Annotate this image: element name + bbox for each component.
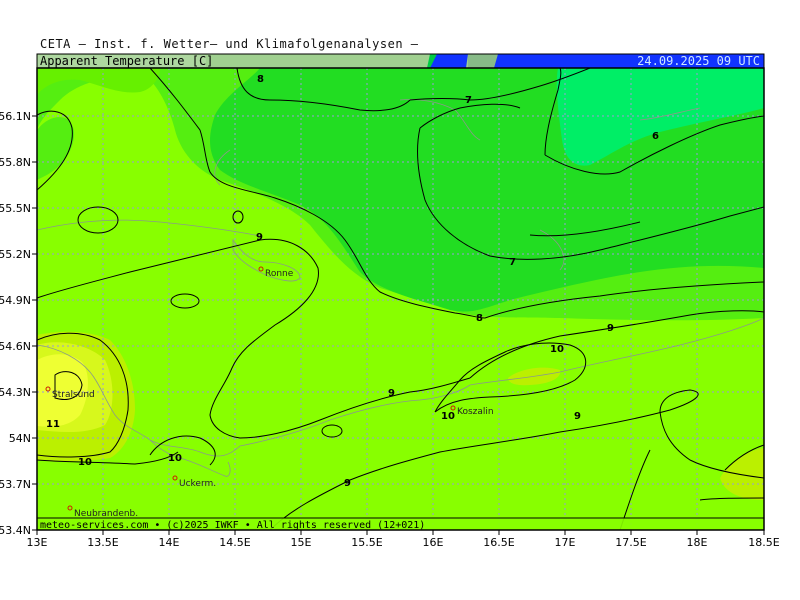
valid-time: 24.09.2025 09 UTC (637, 54, 760, 68)
y-tick-label: 53.4N (0, 524, 31, 537)
city-label-ronne: Ronne (265, 269, 294, 279)
x-tick-label: 16E (423, 536, 444, 549)
contour-label: 9 (344, 478, 351, 489)
city-label-koszalin: Koszalin (457, 407, 494, 417)
x-tick-label: 17E (555, 536, 576, 549)
header-band: Apparent Temperature [C] 24.09.2025 09 U… (36, 53, 765, 69)
x-axis-labels: 13E 13.5E 14E 14.5E 15E 15.5E 16E 16.5E … (27, 536, 780, 549)
temperature-map: Apparent Temperature [C] 24.09.2025 09 U… (0, 53, 780, 549)
contour-label: 10 (168, 453, 182, 464)
y-tick-label: 54.9N (0, 294, 31, 307)
contour-label: 10 (441, 411, 455, 422)
contour-label: 7 (509, 257, 516, 268)
x-tick-label: 13E (27, 536, 48, 549)
contour-label: 10 (78, 457, 92, 468)
y-tick-label: 55.5N (0, 202, 31, 215)
contour-label: 8 (476, 313, 483, 324)
y-tick-label: 55.2N (0, 248, 31, 261)
contour-label: 9 (388, 388, 395, 399)
x-tick-label: 18.5E (748, 536, 779, 549)
panel-label: Apparent Temperature [C] (40, 54, 213, 68)
contour-label: 10 (550, 344, 564, 355)
contour-label: 9 (574, 411, 581, 422)
contour-label: 9 (256, 232, 263, 243)
y-tick-label: 54N (9, 432, 31, 445)
contour-label: 8 (257, 74, 264, 85)
y-tick-label: 53.7N (0, 478, 31, 491)
x-tick-label: 14E (159, 536, 180, 549)
city-label-uckerm: Uckerm. (179, 479, 216, 489)
y-tick-label: 54.3N (0, 386, 31, 399)
x-tick-label: 14.5E (219, 536, 250, 549)
y-tick-label: 55.8N (0, 156, 31, 169)
x-tick-label: 15.5E (351, 536, 382, 549)
y-axis-labels: 56.1N 55.8N 55.5N 55.2N 54.9N 54.6N 54.3… (0, 110, 31, 537)
contour-label: 6 (652, 131, 659, 142)
contour-label: 11 (46, 419, 60, 430)
x-tick-label: 17.5E (615, 536, 646, 549)
contour-label: 7 (465, 95, 472, 106)
plot-area: 8 7 6 9 7 8 9 10 9 11 10 9 10 10 9 Ronne… (37, 68, 764, 530)
y-tick-label: 56.1N (0, 110, 31, 123)
y-tick-label: 54.6N (0, 340, 31, 353)
x-tick-label: 15E (291, 536, 312, 549)
city-label-stralsund: Stralsund (52, 390, 95, 400)
x-tick-label: 18E (687, 536, 708, 549)
x-tick-label: 13.5E (87, 536, 118, 549)
contour-label: 9 (607, 323, 614, 334)
x-tick-label: 16.5E (483, 536, 514, 549)
